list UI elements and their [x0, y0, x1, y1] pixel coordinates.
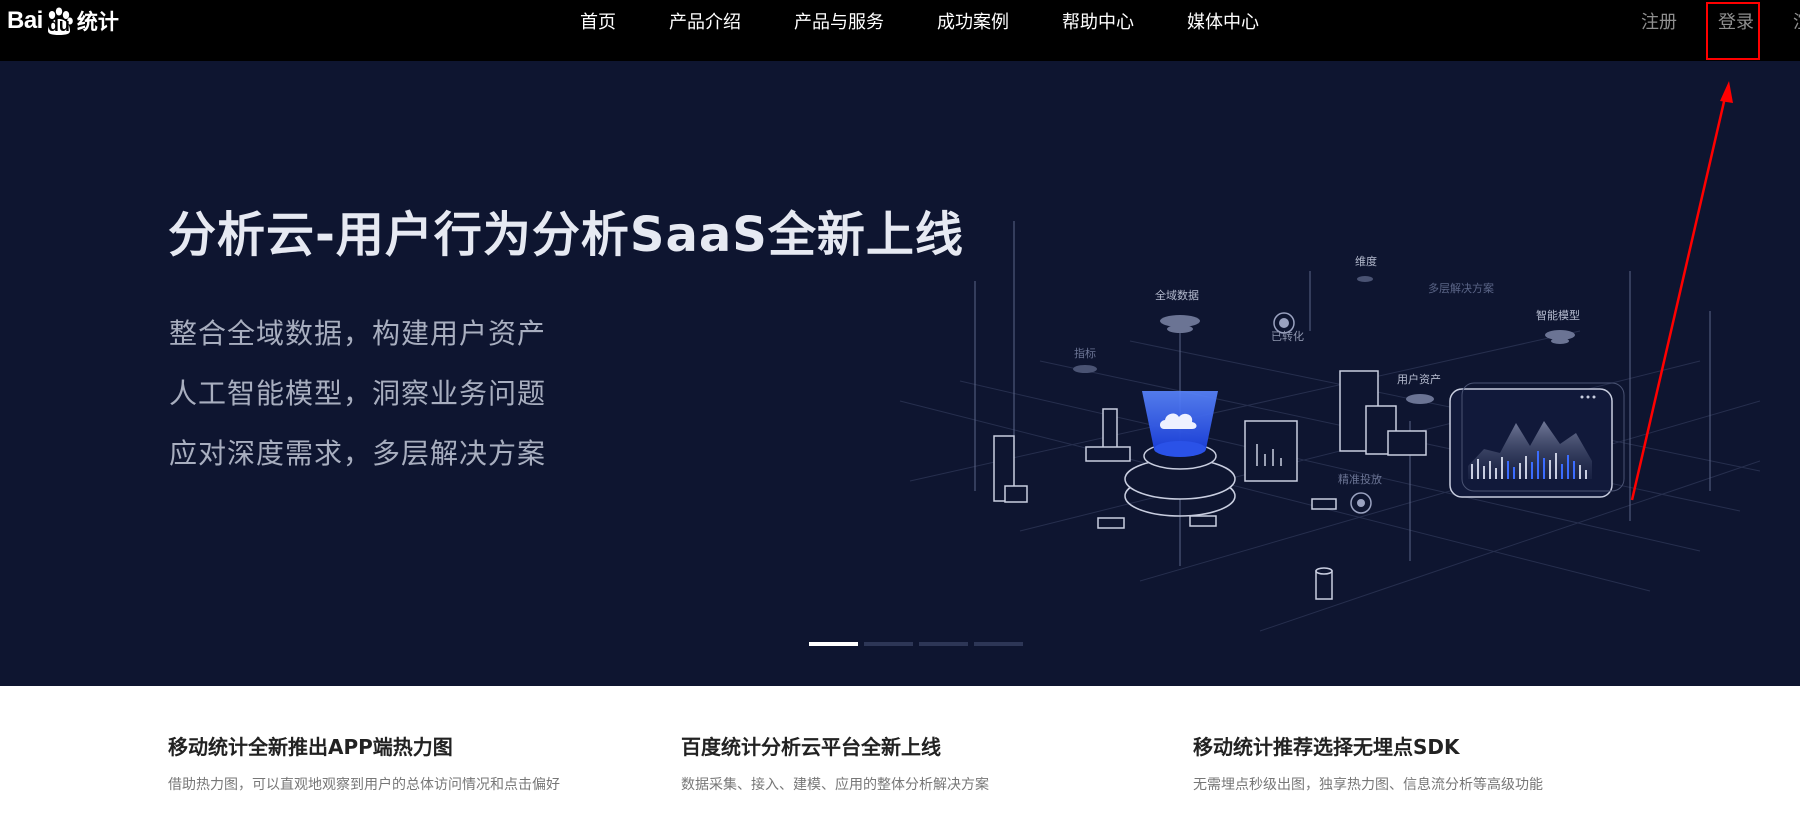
nav-item-products-services[interactable]: 产品与服务 [794, 12, 884, 34]
nav-item-product-intro[interactable]: 产品介绍 [669, 12, 741, 34]
news-title[interactable]: 移动统计全新推出APP端热力图 [168, 731, 628, 760]
label-indicator: 指标 [1074, 346, 1096, 360]
cylinder [1315, 567, 1333, 600]
nav-item-media-center[interactable]: 媒体中心 [1187, 12, 1259, 34]
hero-illustration: 全域数据 维度 多层解决方案 智能模型 指标 已转化 用户资产 精准投放 [899, 221, 1760, 632]
news-desc: 无需埋点秒级出图，独享热力图、信息流分析等高级功能 [1193, 777, 1543, 793]
label-dimension: 维度 [1355, 254, 1377, 268]
hero-subtitle-2: 人工智能模型，洞察业务问题 [169, 377, 547, 410]
hero-subtitle-1: 整合全域数据，构建用户资产 [169, 317, 547, 350]
label-precise-delivery: 精准投放 [1338, 472, 1382, 486]
nav-overflow-link[interactable]: 渲 [1793, 12, 1800, 34]
dashboard-panel [1449, 382, 1625, 498]
logo-product-text: 统计 [76, 10, 119, 34]
carousel-dot-4[interactable] [974, 642, 1023, 646]
hero-subtitle-3: 应对深度需求，多层解决方案 [169, 437, 547, 470]
news-desc: 数据采集、接入、建模、应用的整体分析解决方案 [681, 777, 989, 793]
carousel-dot-3[interactable] [919, 642, 968, 646]
news-section: 移动统计全新推出APP端热力图 借助热力图，可以直观地观察到用户的总体访问情况和… [0, 686, 1800, 838]
logo-bai-text: Bai [7, 7, 43, 34]
baidu-tongji-logo[interactable]: Bai du 统计 [7, 6, 119, 36]
carousel-indicators [809, 642, 1023, 646]
carousel-dot-1[interactable] [809, 642, 858, 646]
carousel-dot-2[interactable] [864, 642, 913, 646]
page-root: Bai du 统计 首页 产品介绍 产品与服务 成功案例 帮助中心 媒体中心 注… [0, 0, 1800, 838]
nav-item-success-cases[interactable]: 成功案例 [937, 12, 1009, 34]
login-highlight-box [1706, 2, 1760, 60]
top-nav-bar: Bai du 统计 首页 产品介绍 产品与服务 成功案例 帮助中心 媒体中心 注… [0, 0, 1800, 61]
label-multi-solution: 多层解决方案 [1428, 281, 1494, 295]
hero-banner: 分析云-用户行为分析SaaS全新上线 整合全域数据，构建用户资产 人工智能模型，… [0, 61, 1800, 686]
nav-item-home[interactable]: 首页 [580, 12, 616, 34]
news-title[interactable]: 移动统计推荐选择无埋点SDK [1193, 731, 1653, 760]
label-smart-model: 智能模型 [1536, 308, 1580, 322]
news-desc: 借助热力图，可以直观地观察到用户的总体访问情况和点击偏好 [168, 777, 560, 793]
news-item-2[interactable]: 百度统计分析云平台全新上线 数据采集、接入、建模、应用的整体分析解决方案 [681, 731, 1141, 794]
label-all-data: 全域数据 [1155, 288, 1199, 302]
news-item-1[interactable]: 移动统计全新推出APP端热力图 借助热力图，可以直观地观察到用户的总体访问情况和… [168, 731, 628, 794]
hero-title: 分析云-用户行为分析SaaS全新上线 [168, 207, 964, 263]
label-user-assets: 用户资产 [1397, 372, 1441, 386]
logo-du-text: du [47, 14, 70, 35]
news-item-3[interactable]: 移动统计推荐选择无埋点SDK 无需埋点秒级出图，独享热力图、信息流分析等高级功能 [1193, 731, 1653, 794]
label-converted: 已转化 [1271, 329, 1304, 343]
register-link[interactable]: 注册 [1641, 12, 1677, 34]
nav-item-help-center[interactable]: 帮助中心 [1062, 12, 1134, 34]
news-title[interactable]: 百度统计分析云平台全新上线 [681, 731, 1141, 760]
